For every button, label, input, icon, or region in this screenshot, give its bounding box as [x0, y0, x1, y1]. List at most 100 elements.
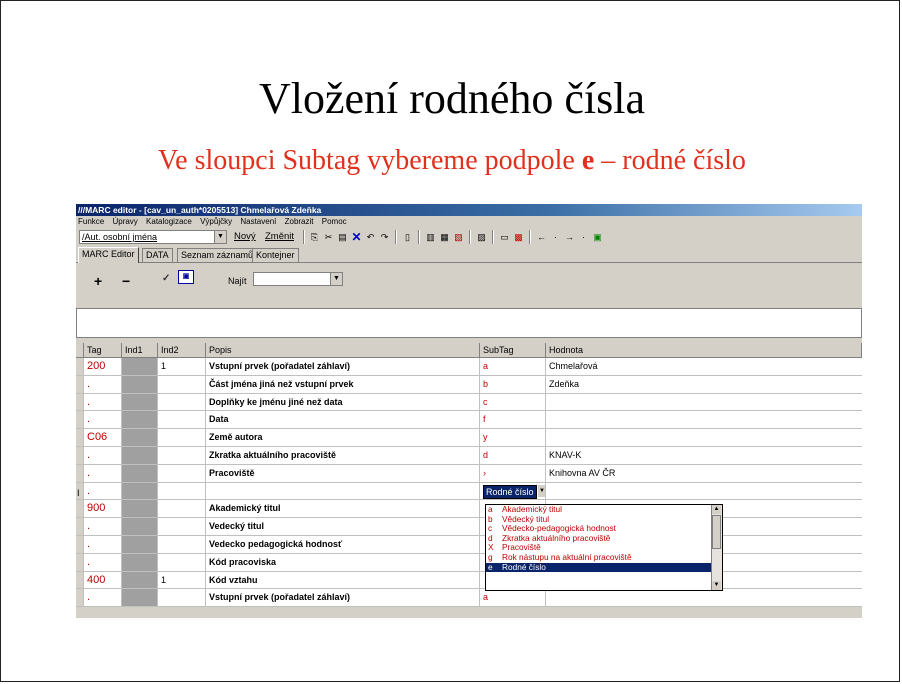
table-row[interactable]: . Kód pracoviska [76, 553, 862, 572]
header-ind1[interactable]: Ind1 [122, 343, 158, 357]
cell-ind2[interactable] [158, 482, 206, 500]
print-preview-icon[interactable]: ▦ [439, 232, 450, 243]
tab-marc-editor[interactable]: MARC Editor [78, 247, 139, 263]
table-row[interactable]: . Vstupní prvek (pořadatel záhlaví) a [76, 589, 862, 608]
cell-ind1[interactable] [122, 446, 158, 464]
menu-katalogizace[interactable]: Katalogizace [146, 217, 192, 226]
table-row[interactable]: 900 Akademický titul [76, 500, 862, 519]
change-record-button[interactable]: Změnit [265, 231, 294, 242]
paste-icon[interactable]: ▤ [337, 232, 348, 243]
cell-ind1[interactable] [122, 375, 158, 393]
menu-zobrazit[interactable]: Zobrazit [285, 217, 314, 226]
cell-tag[interactable]: . [84, 535, 122, 553]
cell-tag[interactable]: . [84, 411, 122, 429]
find-select[interactable]: ▼ [253, 272, 343, 286]
table-row[interactable]: 200 1 Vstupní prvek (pořadatel záhlaví) a Ch… [76, 358, 862, 376]
cell-tag[interactable]: C06 [84, 429, 122, 446]
row-selector[interactable]: I [76, 482, 84, 500]
form-icon[interactable]: ▣ [178, 270, 194, 284]
cell-ind1[interactable] [122, 500, 158, 518]
cell-subtag[interactable]: a [480, 589, 546, 607]
tab-seznam-zaznamu[interactable]: Seznam záznamů [177, 248, 258, 262]
cell-tag[interactable]: . [84, 375, 122, 393]
table-row[interactable]: I. Rodné číslo ▼ [76, 482, 862, 501]
cell-ind1[interactable] [122, 553, 158, 571]
cell-ind2[interactable] [158, 518, 206, 535]
cell-subtag[interactable]: y [480, 429, 546, 446]
cell-subtag[interactable]: a [480, 358, 546, 375]
cell-tag[interactable]: . [84, 553, 122, 571]
copy-icon[interactable]: ⎘ [309, 232, 320, 243]
undo-icon[interactable]: ↶ [365, 232, 376, 243]
cell-hodnota[interactable] [546, 429, 862, 446]
cell-ind2[interactable] [158, 393, 206, 411]
row-selector[interactable] [76, 571, 84, 589]
cell-tag[interactable]: 200 [84, 358, 122, 375]
row-selector[interactable] [76, 393, 84, 411]
refresh-icon[interactable]: ▣ [592, 232, 603, 243]
cell-ind2[interactable] [158, 411, 206, 429]
redo-icon[interactable]: ↷ [379, 232, 390, 243]
row-selector[interactable] [76, 518, 84, 535]
row-selector[interactable] [76, 411, 84, 429]
cell-ind2[interactable] [158, 464, 206, 482]
menu-nastaveni[interactable]: Nastavení [240, 217, 276, 226]
row-selector[interactable] [76, 429, 84, 446]
print-setup-icon[interactable]: ▧ [453, 232, 464, 243]
cell-ind1[interactable] [122, 358, 158, 375]
arrow-right-icon[interactable]: → [564, 232, 575, 243]
scroll-thumb[interactable] [712, 515, 721, 549]
header-subtag[interactable]: SubTag [480, 343, 546, 357]
field-edit-area[interactable] [76, 308, 862, 338]
cell-subtag[interactable]: b [480, 375, 546, 393]
menu-vypujcky[interactable]: Výpůjčky [200, 217, 232, 226]
cell-subtag[interactable]: Rodné číslo ▼ [480, 482, 546, 500]
cell-subtag[interactable]: f [480, 411, 546, 429]
cell-subtag[interactable]: c [480, 393, 546, 411]
delete-icon[interactable]: ✕ [351, 231, 362, 243]
header-hodnota[interactable]: Hodnota [546, 343, 862, 357]
chevron-down-icon[interactable]: ▼ [214, 231, 226, 243]
cell-ind2[interactable]: 1 [158, 571, 206, 589]
cell-tag[interactable]: . [84, 518, 122, 535]
cell-hodnota[interactable]: Knihovna AV ČR [546, 465, 862, 482]
arrow-left-icon[interactable]: ← [536, 232, 547, 243]
table-row[interactable]: . Pracoviště › Knihovna AV ČR [76, 464, 862, 483]
cell-hodnota[interactable]: KNAV-K [546, 447, 862, 464]
cell-tag[interactable]: 900 [84, 500, 122, 518]
table-row[interactable]: . Doplňky ke jménu jiné než data c [76, 393, 862, 412]
header-popis[interactable]: Popis [206, 343, 480, 357]
remove-field-button[interactable]: − [122, 273, 130, 289]
tab-kontejner[interactable]: Kontejner [252, 248, 299, 262]
subtag-dropdown-list[interactable]: a Akademický titul b Vědecký titul c Vědecko-… [485, 504, 723, 591]
menu-pomoc[interactable]: Pomoc [322, 217, 347, 226]
table-row[interactable]: C06 Země autora y [76, 429, 862, 447]
cell-ind2[interactable] [158, 589, 206, 607]
cell-ind1[interactable] [122, 571, 158, 589]
cell-ind2[interactable] [158, 553, 206, 571]
window-icon[interactable]: ▭ [499, 232, 510, 243]
row-selector[interactable] [76, 589, 84, 607]
cell-ind2[interactable] [158, 500, 206, 518]
cell-ind2[interactable] [158, 446, 206, 464]
cell-ind2[interactable] [158, 535, 206, 553]
cell-tag[interactable]: . [84, 464, 122, 482]
export-icon[interactable]: ▨ [476, 232, 487, 243]
chevron-down-icon[interactable]: ▼ [537, 484, 545, 497]
add-field-button[interactable]: + [94, 273, 102, 289]
cell-ind1[interactable] [122, 429, 158, 446]
row-selector[interactable] [76, 553, 84, 571]
cell-hodnota[interactable] [546, 483, 862, 500]
cell-tag[interactable]: 400 [84, 571, 122, 589]
cell-tag[interactable]: . [84, 393, 122, 411]
cell-tag[interactable]: . [84, 446, 122, 464]
scroll-down-icon[interactable]: ▼ [712, 581, 721, 590]
tab-data[interactable]: DATA [142, 248, 173, 262]
cell-subtag[interactable]: d [480, 446, 546, 464]
cell-ind2[interactable]: 1 [158, 358, 206, 375]
table-row[interactable]: . Část jména jiná než vstupní prvek b Zdeňk… [76, 375, 862, 394]
row-selector[interactable] [76, 464, 84, 482]
spellcheck-icon[interactable]: ✓ [162, 273, 170, 284]
menu-upravy[interactable]: Úpravy [112, 217, 137, 226]
cell-ind1[interactable] [122, 393, 158, 411]
